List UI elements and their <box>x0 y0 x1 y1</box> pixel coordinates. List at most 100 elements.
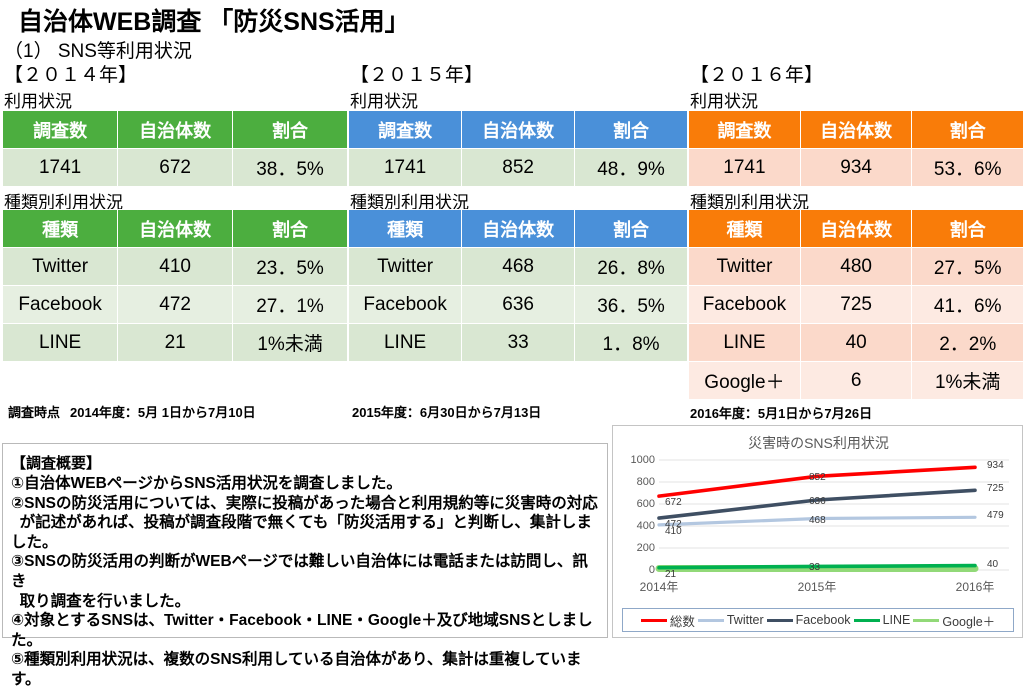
col-header: 割合 <box>232 209 348 248</box>
outline-heading: 【調査概要】 <box>11 455 102 472</box>
legend-swatch-icon <box>913 618 940 622</box>
table-row: Facebook 472 27．1% <box>1 285 348 324</box>
cell: 41．6% <box>911 285 1024 324</box>
usage-table-2015: 調査数 自治体数 割合 1741 852 48．9% <box>347 110 688 187</box>
cell: 33 <box>461 323 576 362</box>
chart-data-label: 33 <box>809 562 821 574</box>
legend-swatch-icon <box>853 618 880 622</box>
chart-y-tick: 800 <box>636 476 655 488</box>
cell: 48．9% <box>574 148 688 187</box>
table-row: LINE 33 1．8% <box>347 323 688 362</box>
legend-swatch-icon <box>766 618 793 622</box>
cell: 1741 <box>347 148 463 187</box>
cell: Facebook <box>347 285 463 324</box>
col-header: 自治体数 <box>117 110 234 149</box>
table-row: LINE 21 1%未満 <box>1 323 348 362</box>
table-row: 1741 852 48．9% <box>347 148 688 187</box>
bytype-table-2014: 種類 自治体数 割合 Twitter 410 23．5% Facebook 47… <box>1 209 348 362</box>
chart-y-tick: 600 <box>636 498 655 510</box>
usage-table-2016: 調査数 自治体数 割合 1741 934 53．6% <box>688 110 1024 187</box>
outline-item: ②SNSの防災活用については、実際に投稿があった場合と利用規約等に災害時の対応 … <box>11 494 598 551</box>
table-row: 1741 934 53．6% <box>688 148 1024 187</box>
date-note-2016: 2016年度：5月1日から7月26日 <box>690 406 873 421</box>
col-header: 種類 <box>688 209 801 248</box>
col-header: 自治体数 <box>799 110 913 149</box>
table-header-row: 種類 自治体数 割合 <box>1 209 348 248</box>
col-header: 自治体数 <box>117 209 234 248</box>
legend-label: 総数 <box>669 614 695 629</box>
chart-data-label: 636 <box>809 496 826 508</box>
date-note-2015: 2015年度：6月30日から7月13日 <box>352 405 542 420</box>
cell: 468 <box>461 247 576 286</box>
legend-item[interactable]: Facebook <box>766 613 851 627</box>
year-label-2016: 【２０１６年】 <box>690 65 824 86</box>
table-row: Twitter 468 26．8% <box>347 247 688 286</box>
legend-item[interactable]: Twitter <box>697 613 764 627</box>
table-header-row: 調査数 自治体数 割合 <box>1 110 348 149</box>
cell: 53．6% <box>911 148 1024 187</box>
col-header: 調査数 <box>1 110 119 149</box>
table-row: 1741 672 38．5% <box>1 148 348 187</box>
usage-label-2016: 利用状況 <box>690 92 758 111</box>
legend-item[interactable]: Google＋ <box>913 611 995 630</box>
bytype-table-2015: 種類 自治体数 割合 Twitter 468 26．8% Facebook 63… <box>347 209 688 362</box>
cell: 410 <box>117 247 234 286</box>
chart-data-label: 468 <box>809 514 826 526</box>
cell: 23．5% <box>232 247 348 286</box>
chart-data-label: 472 <box>665 519 682 531</box>
legend-label: Twitter <box>726 613 764 627</box>
chart-data-label: 40 <box>987 558 999 570</box>
cell: LINE <box>1 323 119 362</box>
cell: 1%未満 <box>911 361 1024 400</box>
cell: 36．5% <box>574 285 688 324</box>
legend-item[interactable]: 総数 <box>640 611 695 630</box>
outline-item: ③SNSの防災活用の判断がWEBページでは難しい自治体には電話または訪問し、訊き… <box>11 553 588 610</box>
table-header-row: 種類 自治体数 割合 <box>688 209 1024 248</box>
col-header: 種類 <box>347 209 463 248</box>
col-header: 調査数 <box>688 110 801 149</box>
survey-outline-box: 【調査概要】 ①自治体WEBページからSNS活用状況を調査しました。 ②SNSの… <box>2 443 608 688</box>
cell: Facebook <box>1 285 119 324</box>
table-row: Twitter 480 27．5% <box>688 247 1024 286</box>
col-header: 調査数 <box>347 110 463 149</box>
cell: 852 <box>461 148 576 187</box>
cell: 27．1% <box>232 285 348 324</box>
cell: 725 <box>799 285 913 324</box>
table-header-row: 調査数 自治体数 割合 <box>347 110 688 149</box>
col-header: 割合 <box>911 209 1024 248</box>
col-header: 自治体数 <box>799 209 913 248</box>
bytype-table-2016: 種類 自治体数 割合 Twitter 480 27．5% Facebook 72… <box>688 209 1024 400</box>
usage-table-2014: 調査数 自治体数 割合 1741 672 38．5% <box>1 110 348 187</box>
chart-data-label: 672 <box>665 497 682 509</box>
usage-label-2015: 利用状況 <box>350 92 418 111</box>
chart-data-label: 479 <box>987 510 1004 522</box>
table-row: Google＋ 6 1%未満 <box>688 361 1024 400</box>
chart-x-tick: 2016年 <box>955 580 995 594</box>
col-header: 割合 <box>574 209 688 248</box>
cell: 1．8% <box>574 323 688 362</box>
page-subtitle: （1） SNS等利用状況 <box>4 41 192 62</box>
usage-label-2014: 利用状況 <box>4 92 72 111</box>
cell: Twitter <box>688 247 801 286</box>
cell: LINE <box>688 323 801 362</box>
chart-y-tick: 0 <box>648 564 655 576</box>
cell: 636 <box>461 285 576 324</box>
col-header: 割合 <box>911 110 1024 149</box>
cell: 1741 <box>688 148 801 187</box>
cell: 2．2% <box>911 323 1024 362</box>
chart-data-label: 934 <box>987 460 1004 472</box>
cell: 27．5% <box>911 247 1024 286</box>
legend-swatch-icon <box>697 618 724 622</box>
chart-x-tick: 2015年 <box>797 580 837 594</box>
date-prefix-2014: 調査時点 <box>8 405 61 420</box>
col-header: 割合 <box>232 110 348 149</box>
cell: 21 <box>117 323 234 362</box>
cell: 934 <box>799 148 913 187</box>
chart-plot-area: 1000 800 600 400 200 0 672 852 934 410 468 479 472 6… <box>613 452 1024 584</box>
legend-item[interactable]: LINE <box>853 613 910 627</box>
cell: 40 <box>799 323 913 362</box>
outline-item: ⑤種類別利用状況は、複数のSNS利用している自治体があり、集計は重複しています。 <box>11 651 582 688</box>
outline-item: ④対象とするSNSは、Twitter・Facebook・LINE・Google＋… <box>11 612 593 649</box>
cell: Google＋ <box>688 361 801 400</box>
col-header: 割合 <box>574 110 688 149</box>
